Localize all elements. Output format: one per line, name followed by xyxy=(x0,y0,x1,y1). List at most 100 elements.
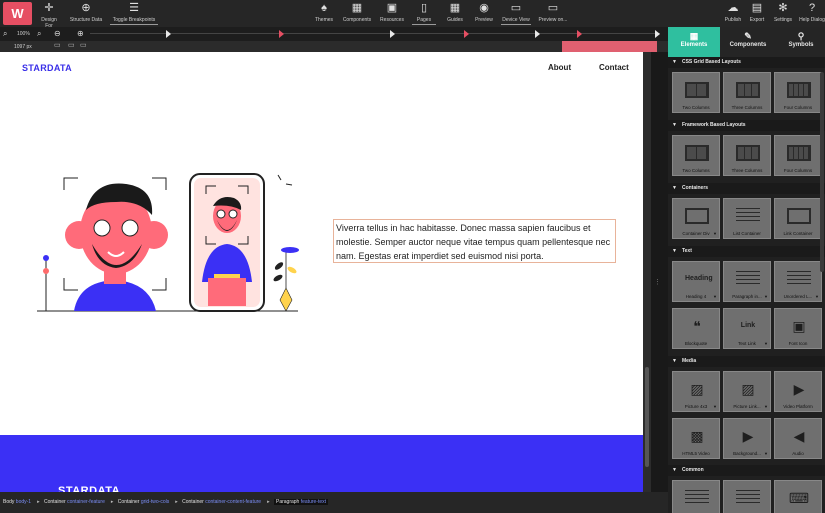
breakpoint-marker[interactable] xyxy=(390,30,395,38)
breakpoint-marker[interactable] xyxy=(535,30,540,38)
element-tile[interactable] xyxy=(672,480,720,513)
export-file-icon: ▤ xyxy=(751,2,763,14)
tab-elements[interactable]: ▦ Elements xyxy=(668,27,720,57)
breadcrumb: Body body-1 ▸ Container container-feature… xyxy=(0,492,668,513)
breakpoint-marker[interactable] xyxy=(464,30,469,38)
themes-button[interactable]: ♠ Themes xyxy=(313,2,335,23)
section-containers[interactable]: ▼ Containers xyxy=(668,183,825,194)
export-button[interactable]: ▤ Export xyxy=(748,2,766,23)
element-tile[interactable]: ❝ Blockquote xyxy=(672,308,720,349)
section-css-grid[interactable]: ▼ CSS Grid Based Layouts xyxy=(668,57,825,68)
guides-button[interactable]: ▦ Guides xyxy=(444,2,466,23)
section-text[interactable]: ▼ Text xyxy=(668,246,825,257)
element-tile[interactable]: Unordered L... ▼ xyxy=(774,261,822,302)
settings-button[interactable]: ✻ Settings xyxy=(772,2,794,23)
element-tile[interactable]: ▨ Picture Link... ▼ xyxy=(723,371,771,412)
section-media[interactable]: ▼ Media xyxy=(668,356,825,367)
resources-button[interactable]: ▣ Resources xyxy=(378,2,406,23)
list-icon xyxy=(736,208,760,224)
image-icon: ▨ xyxy=(690,381,704,397)
app-window: W ✛ Design For ⊕ Structure Data ☰ Toggle Br… xyxy=(0,0,825,513)
canvas-scrollbar[interactable] xyxy=(643,52,651,492)
nav-link-contact[interactable]: Contact xyxy=(599,63,629,72)
device-view-button[interactable]: ▭ Device View xyxy=(501,2,531,25)
site-logo[interactable]: STARDATA xyxy=(22,63,72,73)
grid-icon: ▦ xyxy=(449,2,461,14)
element-tile[interactable]: Heading Heading 4 ▼ xyxy=(672,261,720,302)
breadcrumb-item[interactable]: Container grid-two-cols xyxy=(118,499,169,505)
element-tile[interactable]: Three Columns xyxy=(723,72,771,113)
resize-handle-icon[interactable]: ⋮ xyxy=(654,276,661,290)
element-tile[interactable]: Paragraph in... ▼ xyxy=(723,261,771,302)
element-tile[interactable]: Link Container xyxy=(774,198,822,239)
element-tile[interactable]: ◀ Audio xyxy=(774,418,822,459)
panel-scrollbar[interactable] xyxy=(820,72,824,272)
three-columns-icon xyxy=(736,82,760,98)
caret-down-icon: ▼ xyxy=(764,451,768,456)
symbol-icon: ⚲ xyxy=(797,31,805,41)
element-tile[interactable]: ▶ Background... ▼ xyxy=(723,418,771,459)
section-framework[interactable]: ▼ Framework Based Layouts xyxy=(668,120,825,131)
device-icon[interactable]: ▭ xyxy=(54,41,61,51)
element-tile[interactable] xyxy=(723,480,771,513)
breadcrumb-item[interactable]: Container container-feature xyxy=(44,499,105,505)
element-tile[interactable]: Container Div ▼ xyxy=(672,198,720,239)
grid-icon: ▦ xyxy=(689,31,699,41)
components-button[interactable]: ▦ Components xyxy=(341,2,373,23)
pages-button[interactable]: ▯ Pages xyxy=(412,2,436,25)
design-for-button[interactable]: ✛ Design For xyxy=(37,2,61,29)
chevron-right-icon: ▸ xyxy=(110,499,114,505)
preview-button[interactable]: ◉ Preview xyxy=(473,2,495,23)
search-icon[interactable]: ⌕ xyxy=(3,29,7,39)
element-tile[interactable]: ▩ HTML5 Video xyxy=(672,418,720,459)
element-tile[interactable]: Four Columns xyxy=(774,135,822,176)
breakpoint-marker[interactable] xyxy=(279,30,284,38)
chevron-right-icon: ▸ xyxy=(175,499,178,505)
scrollbar-thumb[interactable] xyxy=(645,367,649,467)
breadcrumb-item-active[interactable]: Paragraph feature-text xyxy=(273,499,329,505)
tab-components[interactable]: ✎ Components xyxy=(722,27,774,57)
breakpoint-track xyxy=(90,33,660,34)
gear-icon: ✻ xyxy=(778,2,788,14)
minus-icon[interactable]: ⊖ xyxy=(54,29,61,39)
section-common[interactable]: ▼ Common xyxy=(668,465,825,476)
element-tile[interactable]: ⌨ xyxy=(774,480,822,513)
breakpoint-marker[interactable] xyxy=(166,30,171,38)
toggle-breakpoints-button[interactable]: ☰ Toggle Breakpoints xyxy=(110,2,158,25)
breakpoints-icon: ☰ xyxy=(129,2,139,14)
design-canvas[interactable]: STARDATA About Contact Viverra tellus in… xyxy=(0,52,643,513)
zoom-out-icon[interactable]: ⌕ xyxy=(37,29,41,39)
ruler-active-range[interactable] xyxy=(562,41,657,52)
two-columns-icon xyxy=(685,82,709,98)
element-tile[interactable]: List Container xyxy=(723,198,771,239)
help-button[interactable]: ? Help Dialog xyxy=(799,2,825,23)
caret-down-icon: ▼ xyxy=(672,122,677,128)
element-tile[interactable]: Two Columns xyxy=(672,135,720,176)
element-tile[interactable]: ▨ Picture 4x3 ▼ xyxy=(672,371,720,412)
breadcrumb-item[interactable]: Container container-content-feature xyxy=(182,499,261,505)
element-tile[interactable]: ▣ Font Icon xyxy=(774,308,822,349)
nav-link-about[interactable]: About xyxy=(548,63,571,72)
element-tile[interactable]: Three Columns xyxy=(723,135,771,176)
tab-symbols[interactable]: ⚲ Symbols xyxy=(777,27,825,57)
two-columns-icon xyxy=(685,145,709,161)
element-tile[interactable]: Four Columns xyxy=(774,72,822,113)
device-icon[interactable]: ▭ xyxy=(68,41,75,51)
structure-data-button[interactable]: ⊕ Structure Data xyxy=(68,2,104,23)
publish-button[interactable]: ☁ Publish xyxy=(723,2,743,23)
element-tile[interactable]: ▶ Video Platform xyxy=(774,371,822,412)
breakpoint-marker[interactable] xyxy=(577,30,582,38)
monitor-icon: ▭ xyxy=(510,2,522,14)
breadcrumb-item[interactable]: Body body-1 xyxy=(3,499,31,505)
text-link-icon: Link xyxy=(740,322,756,329)
element-tile[interactable]: Two Columns xyxy=(672,72,720,113)
image-link-icon: ▨ xyxy=(741,381,755,397)
plus-icon[interactable]: ⊕ xyxy=(77,29,84,39)
element-tile[interactable]: Link Text Link ▼ xyxy=(723,308,771,349)
feature-illustration[interactable] xyxy=(34,170,304,316)
preview-on-button[interactable]: ▭ Preview on... xyxy=(537,2,569,23)
unordered-list-icon xyxy=(787,271,811,287)
breakpoint-marker[interactable] xyxy=(655,30,660,38)
feature-text-paragraph[interactable]: Viverra tellus in hac habitasse. Donec m… xyxy=(333,219,616,263)
monitor-icon[interactable]: ▭ xyxy=(80,41,87,51)
